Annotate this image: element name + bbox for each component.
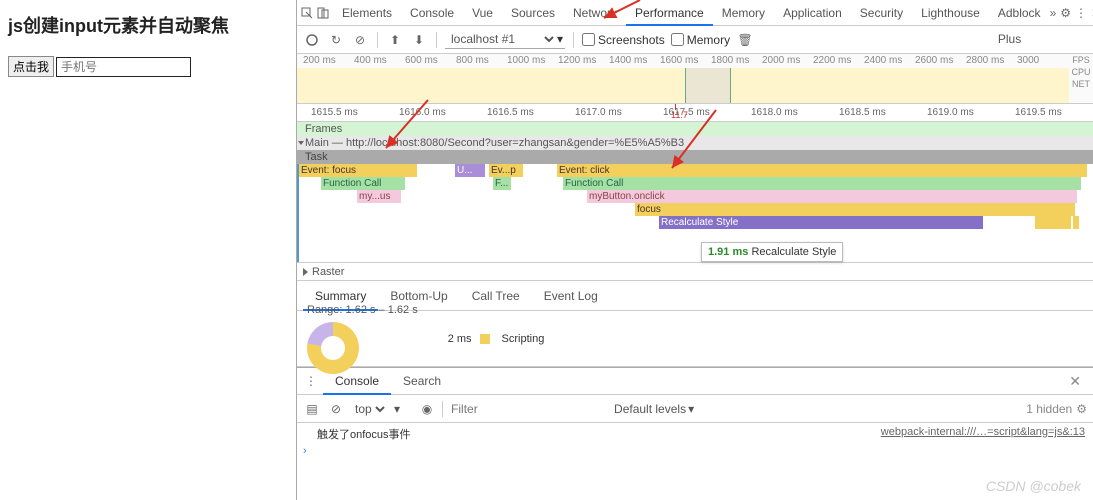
devtools-panel: Elements Console Vue Sources Network Per… bbox=[296, 0, 1093, 500]
upload-icon[interactable]: ⬆ bbox=[386, 31, 404, 49]
console-filter-input[interactable] bbox=[449, 400, 608, 418]
memory-checkbox[interactable]: Memory bbox=[671, 33, 730, 47]
tab-adblock[interactable]: Adblock Plus bbox=[989, 0, 1050, 26]
inspect-icon[interactable] bbox=[301, 5, 313, 21]
console-eye-icon[interactable]: ◉ bbox=[418, 400, 436, 418]
tab-vue[interactable]: Vue bbox=[463, 0, 502, 26]
screenshots-checkbox[interactable]: Screenshots bbox=[582, 33, 665, 47]
console-sidebar-icon[interactable]: ▤ bbox=[303, 400, 321, 418]
tab-lighthouse[interactable]: Lighthouse bbox=[912, 0, 989, 26]
recording-select[interactable]: localhost #1 bbox=[447, 31, 557, 47]
download-icon[interactable]: ⬇ bbox=[410, 31, 428, 49]
drawer-close-icon[interactable]: ✕ bbox=[1063, 373, 1087, 390]
console-toolbar: ▤ ⊘ top▾ ◉ Default levels▾ 1 hidden ⚙ bbox=[297, 395, 1093, 423]
console-settings-icon[interactable]: ⚙ bbox=[1076, 402, 1087, 416]
drawer-tab-search[interactable]: Search bbox=[391, 367, 453, 395]
net-label: NET bbox=[1069, 78, 1093, 90]
tab-network[interactable]: Network bbox=[564, 0, 626, 26]
summary-panel: Range: 1.62 s – 1.62 s 2 ms Scripting bbox=[297, 311, 1093, 367]
console-hidden-count[interactable]: 1 hidden bbox=[1026, 402, 1072, 416]
tab-application[interactable]: Application bbox=[774, 0, 851, 26]
summary-donut bbox=[307, 322, 359, 374]
performance-toolbar: ↻ ⊘ ⬆ ⬇ localhost #1▾ Screenshots Memory… bbox=[297, 26, 1093, 54]
tab-sources[interactable]: Sources bbox=[502, 0, 564, 26]
detail-ruler[interactable]: 1615.5 ms1616.0 ms1616.5 ms1617.0 ms1617… bbox=[297, 104, 1093, 122]
tab-memory[interactable]: Memory bbox=[713, 0, 774, 26]
flame-funccall-2[interactable]: Function Call bbox=[563, 177, 1081, 190]
flame-tooltip: 1.91 ms Recalculate Style bbox=[701, 242, 843, 262]
flame-u[interactable]: U... bbox=[455, 164, 485, 177]
flame-evp[interactable]: Ev...p bbox=[489, 164, 523, 177]
devtools-tabs: Elements Console Vue Sources Network Per… bbox=[297, 0, 1093, 26]
tab-performance[interactable]: Performance bbox=[626, 0, 713, 26]
flame-funccall-1[interactable]: Function Call bbox=[321, 177, 405, 190]
frames-track[interactable]: Frames bbox=[297, 122, 1093, 136]
drawer-tabs: ⋮ Console Search ✕ bbox=[297, 367, 1093, 395]
kebab-menu-icon[interactable]: ⋮ bbox=[1075, 5, 1087, 21]
flame-myus[interactable]: my...us bbox=[357, 190, 401, 203]
console-prompt[interactable]: › bbox=[297, 443, 1093, 459]
click-me-button[interactable]: 点击我 bbox=[8, 56, 54, 77]
fps-label: FPS bbox=[1069, 54, 1093, 66]
legend-square-scripting bbox=[480, 334, 490, 344]
settings-icon[interactable]: ⚙ bbox=[1060, 5, 1071, 21]
record-icon[interactable] bbox=[303, 31, 321, 49]
scripting-label: Scripting bbox=[502, 333, 545, 345]
console-log-row[interactable]: 触发了onfocus事件 webpack-internal:///…=scrip… bbox=[297, 425, 1093, 443]
detail-tab-eventlog[interactable]: Event Log bbox=[532, 281, 610, 311]
trash-icon[interactable]: 🗑 bbox=[736, 31, 754, 49]
more-tabs-icon[interactable]: » bbox=[1050, 5, 1057, 21]
flame-f[interactable]: F... bbox=[493, 177, 511, 190]
phone-input[interactable] bbox=[56, 57, 191, 77]
console-body[interactable]: 触发了onfocus事件 webpack-internal:///…=scrip… bbox=[297, 423, 1093, 500]
tab-security[interactable]: Security bbox=[851, 0, 912, 26]
cpu-label: CPU bbox=[1069, 66, 1093, 78]
flame-event-click[interactable]: Event: click bbox=[557, 164, 1087, 177]
task-track[interactable]: Task bbox=[297, 150, 1093, 164]
flame-event-focus[interactable]: Event: focus bbox=[299, 164, 417, 177]
main-track[interactable]: Main — http://localhost:8080/Second?user… bbox=[297, 136, 1093, 150]
drawer-kebab-icon[interactable]: ⋮ bbox=[303, 373, 319, 389]
detail-tab-calltree[interactable]: Call Tree bbox=[460, 281, 532, 311]
timeline-overview[interactable]: 200 ms400 ms600 ms800 ms1000 ms1200 ms14… bbox=[297, 54, 1093, 104]
flame-focus[interactable]: focus bbox=[635, 203, 1075, 216]
tab-console[interactable]: Console bbox=[401, 0, 463, 26]
raster-track[interactable]: Raster bbox=[297, 262, 1093, 280]
reload-record-icon[interactable]: ↻ bbox=[327, 31, 345, 49]
console-source-link[interactable]: webpack-internal:///…=script&lang=js&:13 bbox=[881, 426, 1085, 442]
flame-recalc[interactable]: Recalculate Style bbox=[659, 216, 983, 229]
scripting-ms: 2 ms bbox=[448, 333, 472, 345]
clear-icon[interactable]: ⊘ bbox=[351, 31, 369, 49]
tab-elements[interactable]: Elements bbox=[333, 0, 401, 26]
console-levels-select[interactable]: Default levels▾ bbox=[614, 402, 694, 416]
flame-mybutton-onclick[interactable]: myButton.onclick bbox=[587, 190, 1077, 203]
summary-range: Range: 1.62 s – 1.62 s bbox=[307, 304, 418, 316]
flame-misc-2[interactable] bbox=[1073, 216, 1079, 229]
flame-chart[interactable]: Frames Main — http://localhost:8080/Seco… bbox=[297, 122, 1093, 281]
page-title: js创建input元素并自动聚焦 bbox=[8, 12, 288, 38]
device-toggle-icon[interactable] bbox=[317, 5, 329, 21]
console-context-select[interactable]: top bbox=[351, 401, 388, 417]
flame-misc-1[interactable] bbox=[1035, 216, 1071, 229]
console-clear-icon[interactable]: ⊘ bbox=[327, 400, 345, 418]
